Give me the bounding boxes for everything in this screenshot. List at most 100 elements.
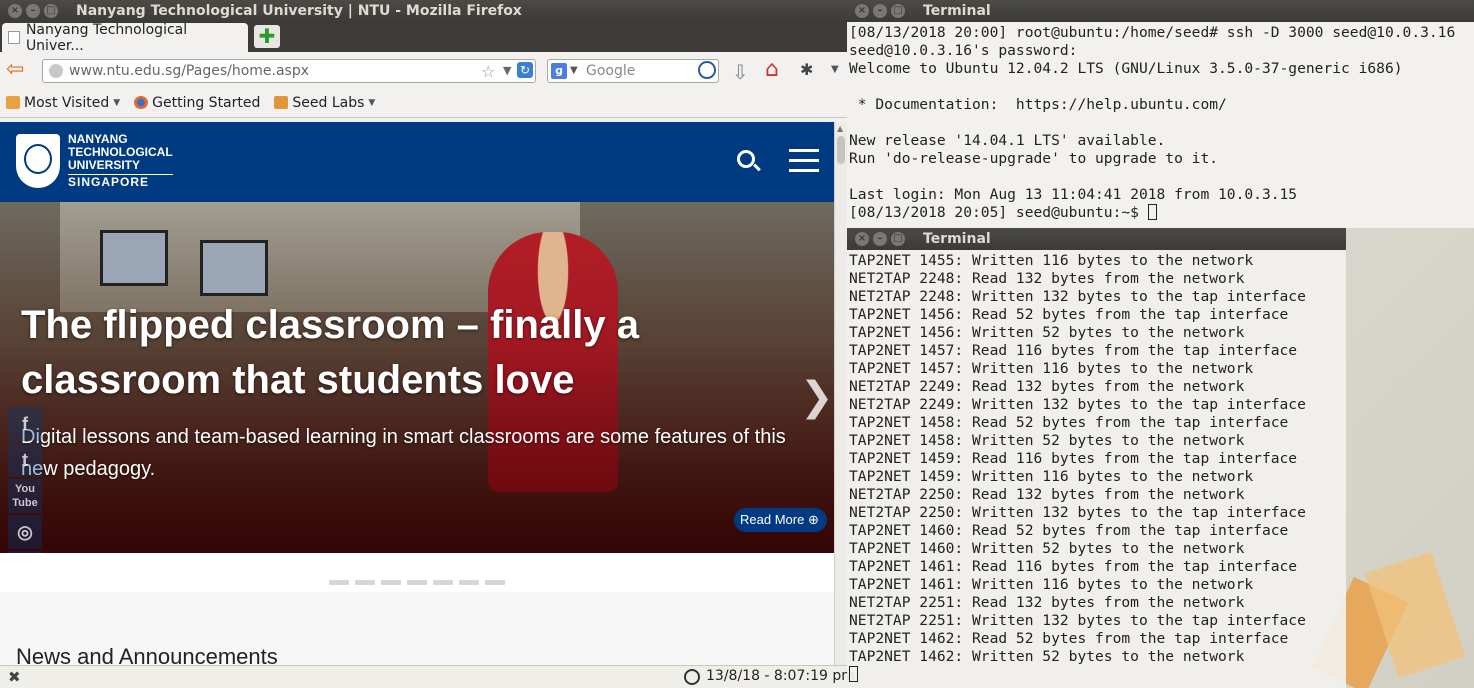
minimize-window-icon[interactable]: – (873, 4, 887, 18)
close-window-icon[interactable]: × (8, 4, 22, 18)
hamburger-menu-icon[interactable] (789, 149, 819, 172)
terminal-output[interactable]: [08/13/2018 20:00] root@ubuntu:/home/see… (847, 22, 1474, 222)
carousel-dot[interactable] (485, 580, 505, 585)
terminal-output[interactable]: TAP2NET 1455: Written 116 bytes to the n… (847, 250, 1346, 684)
carousel-dot[interactable] (459, 580, 479, 585)
minimize-window-icon[interactable]: – (873, 232, 887, 246)
facebook-icon[interactable]: f (8, 407, 42, 441)
minimize-window-icon[interactable]: – (26, 4, 40, 18)
terminal-line: NET2TAP 2248: Read 132 bytes from the ne… (849, 270, 1245, 287)
new-tab-button[interactable]: ✚ (254, 25, 280, 48)
hero-slide: The flipped classroom – finally a classr… (0, 202, 834, 553)
youtube-icon[interactable]: You Tube (8, 479, 42, 513)
terminal-titlebar: × – □ Terminal (847, 228, 1346, 250)
terminal-lines: [08/13/2018 20:00] root@ubuntu:/home/see… (849, 24, 1474, 204)
web-page: NANYANG TECHNOLOGICAL UNIVERSITY SINGAPO… (0, 122, 834, 665)
url-bar[interactable]: www.ntu.edu.sg/Pages/home.aspx ☆ ▼ ↻ (42, 59, 536, 83)
terminal-line: TAP2NET 1461: Written 116 bytes to the n… (849, 576, 1254, 593)
scroll-up-icon[interactable]: ▲ (837, 124, 843, 133)
terminal-line: seed@10.0.3.16's password: (849, 42, 1078, 59)
back-arrow-icon[interactable]: ⇦ (6, 59, 24, 81)
bookmark-getting-started[interactable]: Getting Started (134, 95, 260, 111)
terminal-line: NET2TAP 2249: Read 132 bytes from the ne… (849, 378, 1245, 395)
site-identity-icon[interactable] (49, 64, 63, 78)
linkedin-icon[interactable]: in (8, 551, 42, 553)
page-scrollbar[interactable]: ▲ (834, 122, 847, 665)
carousel-indicators (329, 580, 511, 585)
reload-icon[interactable]: ↻ (517, 62, 533, 78)
terminal-line: TAP2NET 1456: Written 52 bytes to the ne… (849, 324, 1245, 341)
ntu-header: NANYANG TECHNOLOGICAL UNIVERSITY SINGAPO… (0, 122, 834, 202)
terminal-line: TAP2NET 1455: Written 116 bytes to the n… (849, 252, 1254, 269)
close-window-icon[interactable]: × (855, 4, 869, 18)
url-text: www.ntu.edu.sg/Pages/home.aspx (69, 63, 310, 79)
terminal-line: New release '14.04.1 LTS' available. (849, 132, 1166, 149)
addon-icon[interactable]: ✱ (800, 60, 813, 79)
engine-dropdown-icon[interactable]: ▼ (570, 60, 578, 82)
carousel-dot[interactable] (381, 580, 401, 585)
google-engine-icon[interactable]: g (551, 63, 567, 79)
instagram-icon[interactable]: ◎ (8, 515, 42, 549)
search-icon[interactable] (698, 61, 716, 79)
terminal-window-tunnel[interactable]: × – □ Terminal TAP2NET 1455: Written 116… (847, 228, 1346, 688)
terminal-window-ssh[interactable]: × – □ Terminal [08/13/2018 20:00] root@u… (847, 0, 1474, 228)
search-icon[interactable] (737, 150, 755, 168)
bookmark-seed-labs[interactable]: Seed Labs ▼ (274, 95, 375, 111)
maximize-window-icon[interactable]: □ (44, 4, 58, 18)
close-window-icon[interactable]: × (855, 232, 869, 246)
terminal-line: TAP2NET 1460: Written 52 bytes to the ne… (849, 540, 1245, 557)
search-bar[interactable]: g ▼ Google (547, 59, 719, 83)
maximize-window-icon[interactable]: □ (891, 232, 905, 246)
text-cursor (1147, 204, 1157, 220)
terminal-line: TAP2NET 1462: Read 52 bytes from the tap… (849, 630, 1289, 647)
toolbar-menu-dropdown-icon[interactable]: ▼ (831, 64, 839, 75)
maximize-window-icon[interactable]: □ (891, 4, 905, 18)
terminal-line: TAP2NET 1460: Read 52 bytes from the tap… (849, 522, 1289, 539)
terminal-line: NET2TAP 2251: Written 132 bytes to the t… (849, 612, 1306, 629)
window-title: Nanyang Technological University | NTU -… (76, 3, 522, 19)
home-icon[interactable]: ⌂ (765, 57, 779, 82)
scrollbar-thumb[interactable] (837, 136, 845, 164)
terminal-line: TAP2NET 1456: Read 52 bytes from the tap… (849, 306, 1289, 323)
terminal-line: NET2TAP 2250: Read 132 bytes from the ne… (849, 486, 1245, 503)
carousel-dot[interactable] (355, 580, 375, 585)
carousel-dot[interactable] (407, 580, 427, 585)
terminal-title: Terminal (923, 231, 991, 247)
terminal-lines: TAP2NET 1455: Written 116 bytes to the n… (849, 252, 1346, 666)
text-cursor (849, 666, 858, 682)
terminal-line: Last login: Mon Aug 13 11:04:41 2018 fro… (849, 186, 1298, 203)
ntu-logo-crest[interactable] (16, 134, 60, 188)
firefox-icon (134, 96, 149, 109)
terminal-line: NET2TAP 2248: Written 132 bytes to the t… (849, 288, 1306, 305)
terminal-line: TAP2NET 1459: Read 116 bytes from the ta… (849, 450, 1298, 467)
terminal-line: TAP2NET 1457: Written 116 bytes to the n… (849, 360, 1254, 377)
bookmark-most-visited[interactable]: Most Visited ▼ (6, 95, 120, 111)
ntu-logo-text[interactable]: NANYANG TECHNOLOGICAL UNIVERSITY SINGAPO… (68, 133, 173, 189)
most-visited-icon (6, 96, 20, 109)
read-more-button[interactable]: Read More ⊕ (734, 508, 827, 532)
zoom-icon: ⊕ (807, 512, 819, 527)
terminal-line: [08/13/2018 20:00] root@ubuntu:/home/see… (849, 24, 1456, 41)
bookmark-star-icon[interactable]: ☆ (481, 61, 495, 83)
terminal-line: Run 'do-release-upgrade' to upgrade to i… (849, 150, 1219, 167)
download-icon[interactable]: ⇩ (732, 60, 749, 84)
tab-bar: Nanyang Technological Univer... ✚ (0, 21, 847, 54)
terminal-line: TAP2NET 1458: Read 52 bytes from the tap… (849, 414, 1289, 431)
browser-tab[interactable]: Nanyang Technological Univer... (2, 21, 248, 54)
status-bar: ✖ 13/8/18 - 8:07:19 pm (0, 665, 855, 688)
url-history-dropdown-icon[interactable]: ▼ (503, 60, 511, 82)
tab-title: Nanyang Technological Univer... (25, 21, 188, 54)
twitter-icon[interactable]: t (8, 443, 42, 477)
carousel-next-icon[interactable]: ❯ (800, 377, 834, 417)
news-heading: News and Announcements (16, 644, 278, 665)
hero-title[interactable]: The flipped classroom – finally a classr… (21, 298, 681, 408)
carousel-dot[interactable] (329, 580, 349, 585)
search-placeholder: Google (586, 63, 636, 79)
status-time: 13/8/18 - 8:07:19 pm (706, 668, 855, 684)
close-icon[interactable]: ✖ (8, 668, 21, 686)
terminal-line: Welcome to Ubuntu 12.04.2 LTS (GNU/Linux… (849, 60, 1403, 77)
carousel-dot[interactable] (433, 580, 453, 585)
chevron-down-icon: ▼ (368, 97, 376, 108)
